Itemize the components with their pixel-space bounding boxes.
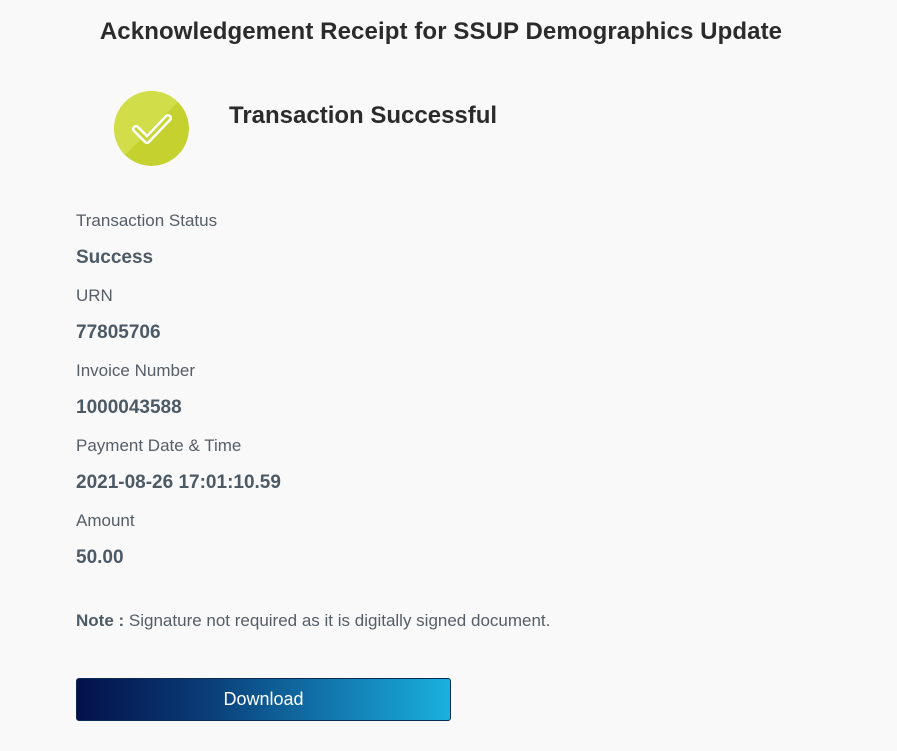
note-text: Signature not required as it is digitall… bbox=[128, 611, 551, 630]
page-title: Acknowledgement Receipt for SSUP Demogra… bbox=[99, 18, 783, 45]
payment-datetime-value: 2021-08-26 17:01:10.59 bbox=[76, 472, 281, 493]
transaction-status-label: Transaction Status bbox=[76, 211, 218, 230]
transaction-details: Transaction Status Success URN 77805706 … bbox=[76, 209, 776, 584]
status-heading: Transaction Successful bbox=[229, 102, 498, 129]
amount-value: 50.00 bbox=[76, 547, 124, 568]
invoice-number-value: 1000043588 bbox=[76, 397, 182, 418]
urn-label: URN bbox=[76, 286, 113, 305]
check-circle-icon bbox=[114, 91, 189, 166]
download-button[interactable]: Download bbox=[76, 678, 451, 721]
invoice-number-label: Invoice Number bbox=[76, 361, 196, 380]
amount-label: Amount bbox=[76, 511, 135, 530]
signature-note: Note : Signature not required as it is d… bbox=[76, 609, 550, 633]
transaction-status-value: Success bbox=[76, 247, 154, 268]
payment-datetime-label: Payment Date & Time bbox=[76, 436, 242, 455]
note-label: Note : bbox=[76, 611, 125, 630]
urn-value: 77805706 bbox=[76, 322, 161, 343]
